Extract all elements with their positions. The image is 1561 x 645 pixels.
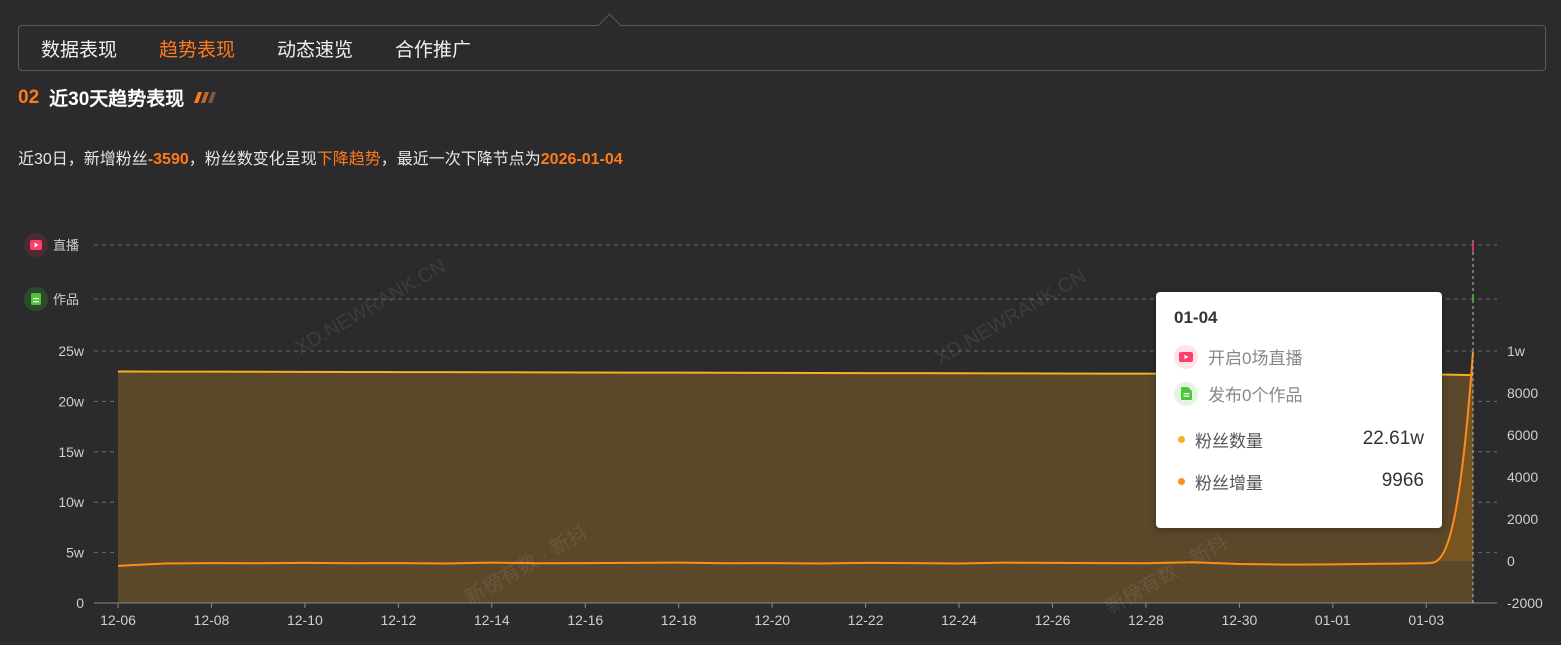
y-left-tick-label: 15w [58, 444, 85, 460]
y-left-tick-label: 0 [76, 595, 84, 611]
tooltip-fans-label: 粉丝数量 [1195, 431, 1263, 451]
live-icon [1174, 344, 1198, 369]
x-tick-label: 12-12 [380, 612, 416, 628]
event-row-label: 直播 [53, 238, 79, 253]
x-tick-label: 12-20 [754, 612, 790, 628]
x-tick-label: 12-18 [661, 612, 697, 628]
works-glyph-line [33, 301, 39, 303]
tooltip-works-text: 发布0个作品 [1208, 386, 1303, 405]
x-tick-label: 12-10 [287, 612, 323, 628]
x-tick-label: 12-14 [474, 612, 510, 628]
y-right-tick-label: 1w [1507, 343, 1526, 359]
x-tick-label: 12-26 [1035, 612, 1071, 628]
x-tick-label: 12-22 [848, 612, 884, 628]
tooltip-works-row: 发布0个作品 [1174, 375, 1424, 412]
y-right-tick-label: 2000 [1507, 511, 1538, 527]
x-tick-label: 12-16 [567, 612, 603, 628]
y-left-tick-label: 25w [58, 343, 85, 359]
x-tick-label: 12-28 [1128, 612, 1164, 628]
watermark-text: XD.NEWRANK.CN [292, 255, 450, 359]
y-left-tick-label: 10w [58, 494, 85, 510]
x-tick-label: 01-01 [1315, 612, 1351, 628]
y-right-tick-label: 6000 [1507, 427, 1538, 443]
y-right-tick-label: -2000 [1507, 595, 1543, 611]
tooltip-growth-value: 9966 [1381, 470, 1424, 491]
x-tick-label: 01-03 [1408, 612, 1444, 628]
y-right-tick-label: 0 [1507, 553, 1515, 569]
tooltip-live-text: 开启0场直播 [1208, 349, 1303, 368]
tooltip-date: 01-04 [1174, 308, 1218, 327]
x-tick-label: 12-06 [100, 612, 136, 628]
y-right-tick-label: 8000 [1507, 385, 1538, 401]
tooltip-fans-value: 22.61w [1362, 428, 1424, 449]
chart-tooltip: 01-04 开启0场直播 发布0个作品 粉丝数量 22.61w 粉丝增量 996… [1156, 292, 1442, 528]
y-left-tick-label: 5w [66, 545, 85, 561]
tooltip-growth-label: 粉丝增量 [1195, 473, 1263, 493]
event-row-label: 作品 [53, 292, 79, 307]
watermark-text: XD.NEWRANK.CN [932, 265, 1090, 369]
x-tick-label: 12-30 [1221, 612, 1257, 628]
tooltip-growth-row: 粉丝增量 9966 [1174, 460, 1424, 502]
x-tick-label: 12-24 [941, 612, 977, 628]
y-right-tick-label: 4000 [1507, 469, 1538, 485]
works-glyph-line [33, 298, 39, 300]
works-icon [1174, 381, 1198, 406]
tooltip-live-row: 开启0场直播 [1174, 338, 1424, 375]
tooltip-fans-row: 粉丝数量 22.61w [1174, 418, 1424, 460]
x-tick-label: 12-08 [194, 612, 230, 628]
fans-legend-dot [1178, 435, 1185, 443]
growth-legend-dot [1178, 477, 1185, 485]
y-left-tick-label: 20w [58, 393, 85, 409]
